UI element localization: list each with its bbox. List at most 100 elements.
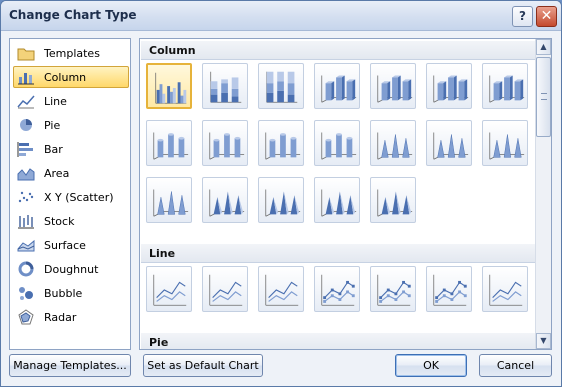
close-button[interactable]: ✕ [536, 6, 557, 27]
chart-type-stacked-cone[interactable] [426, 120, 472, 166]
pie-chart-icon [17, 117, 35, 133]
radar-chart-icon [17, 309, 35, 325]
chart-type-3d-100-stacked-column[interactable] [426, 63, 472, 109]
3d-stacked-column-icon [377, 75, 413, 103]
sidebar-item-doughnut-chart[interactable]: Doughnut [13, 258, 129, 280]
chart-type-stacked-line-with-markers[interactable] [370, 266, 416, 312]
help-button[interactable]: ? [512, 6, 533, 27]
chart-type-clustered-cone[interactable] [370, 120, 416, 166]
sidebar-item-label: Doughnut [44, 262, 99, 276]
chart-type-100-stacked-cylinder[interactable] [258, 120, 304, 166]
sidebar-item-label: Surface [44, 238, 86, 252]
change-chart-type-dialog: Change Chart Type ? ✕ Templates Column Lin… [0, 0, 562, 387]
sidebar-item-bubble-chart[interactable]: Bubble [13, 282, 129, 304]
section-header-line: Line [141, 244, 535, 263]
3d-pyramid-icon [377, 189, 413, 217]
dialog-title: Change Chart Type [9, 8, 137, 22]
area-chart-icon [17, 165, 35, 181]
chart-type-line[interactable] [146, 266, 192, 312]
chart-type-clustered-column[interactable] [146, 63, 192, 109]
scatter-chart-icon [17, 189, 35, 205]
sidebar-item-label: Area [44, 166, 70, 180]
ok-button[interactable]: OK [395, 354, 467, 377]
sidebar-item-label: X Y (Scatter) [44, 190, 114, 204]
cancel-button[interactable]: Cancel [479, 354, 552, 377]
line-chart-icon [17, 93, 35, 109]
3d-clustered-column-icon [321, 75, 357, 103]
chart-type-100-stacked-pyramid[interactable] [314, 177, 360, 223]
chart-type-100-stacked-cone[interactable] [482, 120, 528, 166]
stacked-line-with-markers-icon [377, 274, 411, 306]
chart-type-stacked-cylinder[interactable] [202, 120, 248, 166]
chart-type-100-stacked-line[interactable] [258, 266, 304, 312]
sidebar-item-surface-chart[interactable]: Surface [13, 234, 129, 256]
3d-cylinder-icon [321, 132, 357, 160]
3d-100-stacked-column-icon [433, 75, 469, 103]
sidebar-item-scatter-chart[interactable]: X Y (Scatter) [13, 186, 129, 208]
chart-type-clustered-pyramid[interactable] [202, 177, 248, 223]
chart-type-stacked-column[interactable] [202, 63, 248, 109]
stacked-pyramid-icon [265, 189, 301, 217]
clustered-pyramid-icon [209, 189, 245, 217]
scroll-down-button[interactable]: ▼ [536, 333, 551, 349]
chart-type-stacked-pyramid[interactable] [258, 177, 304, 223]
sidebar-item-radar-chart[interactable]: Radar [13, 306, 129, 328]
bubble-chart-icon [17, 285, 35, 301]
folder-icon [17, 45, 35, 61]
manage-templates-button[interactable]: Manage Templates... [9, 354, 131, 377]
grip-icon [541, 93, 547, 100]
100-stacked-cone-icon [489, 132, 525, 160]
3d-cone-icon [153, 189, 189, 217]
chart-type-3d-column[interactable] [482, 63, 528, 109]
100-stacked-line-icon [265, 274, 299, 306]
title-bar[interactable]: Change Chart Type ? ✕ [1, 1, 561, 31]
sidebar-item-label: Bubble [44, 286, 83, 300]
3d-column-icon [489, 75, 525, 103]
chart-category-list: Templates Column Line Pie Bar Area X Y (Scatte… [9, 38, 131, 350]
column-chart-icon [17, 69, 35, 85]
clustered-cone-icon [377, 132, 413, 160]
chart-type-3d-pyramid[interactable] [370, 177, 416, 223]
section-header-pie: Pie [141, 333, 535, 349]
100-stacked-cylinder-icon [265, 132, 301, 160]
set-default-chart-button[interactable]: Set as Default Chart [143, 354, 263, 377]
chart-type-3d-line[interactable] [482, 266, 528, 312]
chart-subtype-gallery: ▲ ▼ Column Line Pie [139, 38, 552, 350]
sidebar-item-folder[interactable]: Templates [13, 42, 129, 64]
chart-type-stacked-line[interactable] [202, 266, 248, 312]
gallery-scrollbar[interactable]: ▲ ▼ [535, 39, 551, 349]
sidebar-item-line-chart[interactable]: Line [13, 90, 129, 112]
scroll-thumb[interactable] [536, 57, 551, 137]
line-icon [153, 274, 187, 306]
chart-type-clustered-cylinder[interactable] [146, 120, 192, 166]
sidebar-item-pie-chart[interactable]: Pie [13, 114, 129, 136]
doughnut-chart-icon [17, 261, 35, 277]
sidebar-item-column-chart[interactable]: Column [13, 66, 129, 88]
clustered-column-icon [155, 72, 187, 104]
line-with-markers-icon [321, 274, 355, 306]
scroll-up-button[interactable]: ▲ [536, 39, 551, 55]
stacked-cylinder-icon [209, 132, 245, 160]
sidebar-item-label: Column [44, 70, 87, 84]
stacked-cone-icon [433, 132, 469, 160]
clustered-cylinder-icon [153, 132, 189, 160]
surface-chart-icon [17, 237, 35, 253]
chart-type-100-stacked-line-with-markers[interactable] [426, 266, 472, 312]
section-header-column: Column [141, 41, 535, 60]
chart-type-3d-stacked-column[interactable] [370, 63, 416, 109]
chart-type-3d-clustered-column[interactable] [314, 63, 360, 109]
chart-type-line-with-markers[interactable] [314, 266, 360, 312]
sidebar-item-label: Line [44, 94, 67, 108]
chart-type-3d-cylinder[interactable] [314, 120, 360, 166]
sidebar-item-label: Pie [44, 118, 61, 132]
sidebar-item-label: Templates [44, 46, 100, 60]
sidebar-item-stock-chart[interactable]: Stock [13, 210, 129, 232]
stacked-column-icon [210, 71, 242, 103]
100-stacked-column-icon [266, 71, 298, 103]
100-stacked-line-with-markers-icon [433, 274, 467, 306]
100-stacked-pyramid-icon [321, 189, 357, 217]
sidebar-item-bar-chart[interactable]: Bar [13, 138, 129, 160]
chart-type-100-stacked-column[interactable] [258, 63, 304, 109]
sidebar-item-area-chart[interactable]: Area [13, 162, 129, 184]
chart-type-3d-cone[interactable] [146, 177, 192, 223]
